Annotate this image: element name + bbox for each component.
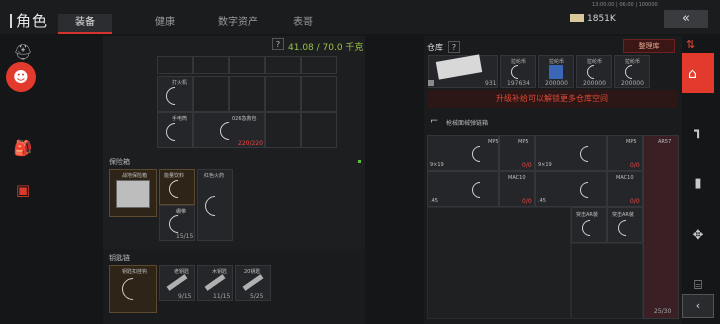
- inventory-slot[interactable]: [301, 76, 337, 112]
- item-red-powder[interactable]: 红色火药: [197, 169, 233, 241]
- gun-ar57[interactable]: AR57 25/30: [643, 135, 679, 319]
- gun-mp5-2[interactable]: 9×19: [535, 135, 607, 171]
- tab-health[interactable]: 健康: [140, 14, 190, 34]
- warehouse-item[interactable]: 拉纶币 200000: [614, 55, 650, 88]
- item-image: [549, 65, 563, 79]
- help-button[interactable]: ?: [272, 38, 284, 50]
- item-image: [435, 54, 483, 80]
- gun-assault[interactable]: 突击AR装: [571, 207, 607, 243]
- sort-arrows-icon[interactable]: ⇅: [686, 38, 695, 51]
- keychain-title: 钥匙链: [109, 254, 130, 262]
- item-20-key[interactable]: 20钥匙 5/25: [235, 265, 271, 301]
- tab-warehouse-all[interactable]: [682, 53, 714, 93]
- warehouse-item[interactable]: 拉纶币 200000: [538, 55, 574, 88]
- money-display: 1851K: [570, 14, 616, 24]
- gun-mp5[interactable]: MP5 9×19: [427, 135, 499, 171]
- status-dot: [358, 160, 361, 163]
- case-title: 枪械面械弹链箱: [446, 120, 489, 127]
- sort-button[interactable]: 整理库: [623, 39, 675, 53]
- key-icon: [166, 274, 188, 291]
- item-bandage[interactable]: 绷带 15/15: [159, 205, 195, 241]
- inventory-slot[interactable]: [193, 56, 229, 74]
- backpack-icon[interactable]: 🎒: [11, 136, 35, 160]
- inventory-slot[interactable]: [229, 56, 265, 74]
- pistol-category-icon[interactable]: ┓: [682, 118, 714, 146]
- helmet-icon[interactable]: ⛑: [11, 40, 35, 64]
- warehouse-title: 仓库: [427, 43, 443, 52]
- magazine-category-icon[interactable]: ▮: [682, 170, 714, 198]
- lock-icon: [428, 80, 434, 86]
- item-lighter[interactable]: 打火机: [157, 76, 193, 112]
- weight-value: 41.08 / 70.0 千克: [288, 43, 364, 53]
- item-keychain-hook[interactable]: 钥匙扣挂钩: [109, 265, 157, 313]
- tab-equipment[interactable]: 装备: [58, 14, 112, 34]
- item-medkit[interactable]: 026急救包 220/220: [193, 112, 265, 148]
- empty-grid[interactable]: [427, 207, 571, 319]
- inventory-slot[interactable]: [265, 112, 301, 148]
- item-wood-key[interactable]: 木钥匙 11/15: [197, 265, 233, 301]
- warehouse-item[interactable]: 拉纶币 200000: [576, 55, 612, 88]
- gun-mac10[interactable]: .45: [427, 171, 499, 207]
- safe-box-image: [116, 180, 150, 208]
- gun-assault-2[interactable]: 突击AR装: [607, 207, 643, 243]
- key-icon: [242, 274, 264, 291]
- gun-mac10-ammo[interactable]: MAC10 0/0: [499, 171, 535, 207]
- warehouse-help-button[interactable]: ?: [448, 41, 460, 53]
- item-safe-box[interactable]: 战地保险箱: [109, 169, 157, 217]
- gun-mp5-ammo[interactable]: MP5 0/0: [499, 135, 535, 171]
- safe-box-title: 保险箱: [109, 158, 130, 166]
- gun-mp5-2-ammo[interactable]: MP5 0/0: [607, 135, 643, 171]
- inventory-slot[interactable]: [265, 76, 301, 112]
- inventory-slot[interactable]: [301, 56, 337, 74]
- home-icon: ⌂: [688, 66, 697, 82]
- item-old-key[interactable]: 老钥匙 9/15: [159, 265, 195, 301]
- upgrade-banner[interactable]: 升级补给可以解锁更多仓库空间: [427, 90, 677, 108]
- empty-grid[interactable]: [571, 243, 643, 319]
- key-icon: [204, 274, 226, 291]
- inventory-slot[interactable]: [265, 56, 301, 74]
- chat-icon[interactable]: ▣: [11, 178, 35, 202]
- page-title: 角色: [10, 10, 48, 31]
- gun-mac10-2-ammo[interactable]: MAC10 0/0: [607, 171, 643, 207]
- item-flashlight[interactable]: 手电筒: [157, 112, 193, 148]
- inventory-slot[interactable]: [229, 76, 265, 112]
- character-icon[interactable]: ☻: [6, 62, 36, 92]
- item-energy-drink[interactable]: 能量饮料: [159, 169, 195, 205]
- grenade-category-icon[interactable]: ✥: [682, 222, 714, 250]
- warehouse-item[interactable]: 拉纶币 197634: [500, 55, 536, 88]
- back-button[interactable]: «: [664, 10, 708, 28]
- inventory-slot[interactable]: [301, 112, 337, 148]
- tab-cousin[interactable]: 表哥: [278, 14, 328, 34]
- inventory-slot[interactable]: [157, 56, 193, 74]
- collapse-button[interactable]: ‹: [682, 294, 714, 318]
- tab-digital-assets[interactable]: 数字资产: [208, 14, 268, 34]
- inventory-slot[interactable]: [193, 76, 229, 112]
- money-icon: [570, 14, 584, 22]
- status-text: 13:00:00 | 06:00 | 100000: [592, 2, 658, 8]
- gun-mac10-2[interactable]: .45: [535, 171, 607, 207]
- warehouse-item[interactable]: 931: [428, 54, 498, 88]
- pistol-icon: ⌐: [430, 116, 439, 127]
